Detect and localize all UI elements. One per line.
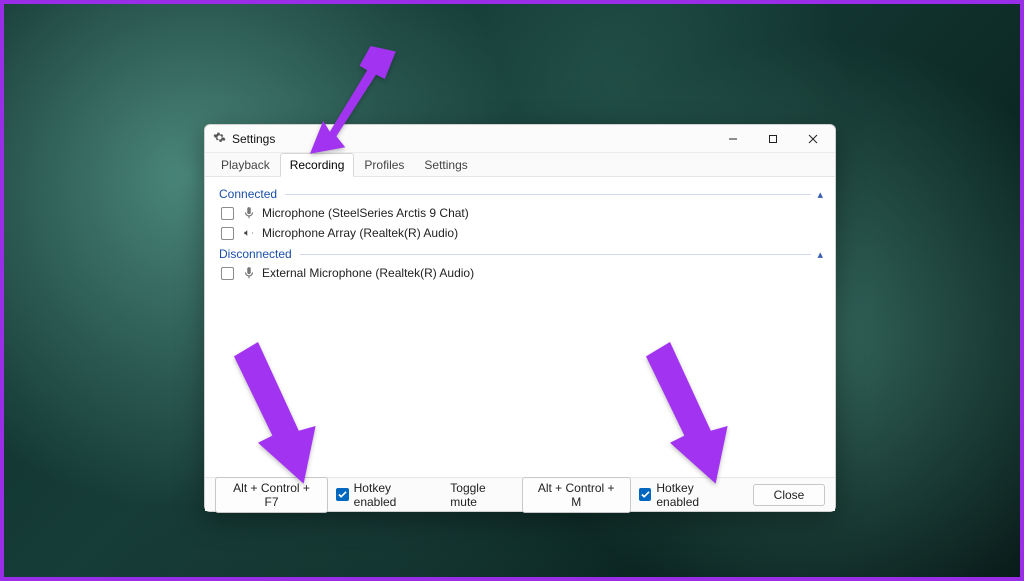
checkbox[interactable] [221, 207, 234, 220]
tab-settings[interactable]: Settings [414, 153, 477, 177]
check-icon [639, 488, 652, 501]
tab-recording[interactable]: Recording [280, 153, 355, 177]
microphone-icon [242, 266, 256, 280]
tabbar: Playback Recording Profiles Settings [205, 153, 835, 177]
checkbox[interactable] [221, 267, 234, 280]
device-name: Microphone Array (Realtek(R) Audio) [262, 226, 458, 240]
minimize-button[interactable] [713, 125, 753, 152]
device-name: External Microphone (Realtek(R) Audio) [262, 266, 474, 280]
section-connected-header[interactable]: Connected ▴ [219, 187, 825, 201]
hotkey1-enabled-checkbox[interactable]: Hotkey enabled [336, 481, 434, 509]
desktop-background: Settings Playback Recording Profiles Set… [0, 0, 1024, 581]
chevron-up-icon: ▴ [815, 248, 825, 261]
annotation-arrow-icon [222, 339, 342, 489]
tab-profiles[interactable]: Profiles [354, 153, 414, 177]
device-row[interactable]: Microphone (SteelSeries Arctis 9 Chat) [215, 203, 825, 223]
window-title: Settings [232, 132, 275, 146]
tab-playback[interactable]: Playback [211, 153, 280, 177]
device-name: Microphone (SteelSeries Arctis 9 Chat) [262, 206, 469, 220]
device-row[interactable]: Microphone Array (Realtek(R) Audio) [215, 223, 825, 243]
gear-icon [213, 131, 226, 147]
hotkey1-enabled-label: Hotkey enabled [354, 481, 435, 509]
hotkey2-button[interactable]: Alt + Control + M [522, 477, 631, 513]
annotation-arrow-icon [294, 46, 414, 156]
checkbox[interactable] [221, 227, 234, 240]
device-row[interactable]: External Microphone (Realtek(R) Audio) [215, 263, 825, 283]
chevron-up-icon: ▴ [815, 188, 825, 201]
microphone-icon [242, 206, 256, 220]
close-footer-button[interactable]: Close [753, 484, 825, 506]
annotation-arrow-icon [634, 339, 754, 489]
microphone-icon [242, 226, 256, 240]
section-disconnected-title: Disconnected [219, 247, 292, 261]
maximize-button[interactable] [753, 125, 793, 152]
section-connected-title: Connected [219, 187, 277, 201]
close-button[interactable] [793, 125, 833, 152]
check-icon [336, 488, 349, 501]
section-disconnected-header[interactable]: Disconnected ▴ [219, 247, 825, 261]
toggle-mute-label: Toggle mute [450, 481, 513, 509]
